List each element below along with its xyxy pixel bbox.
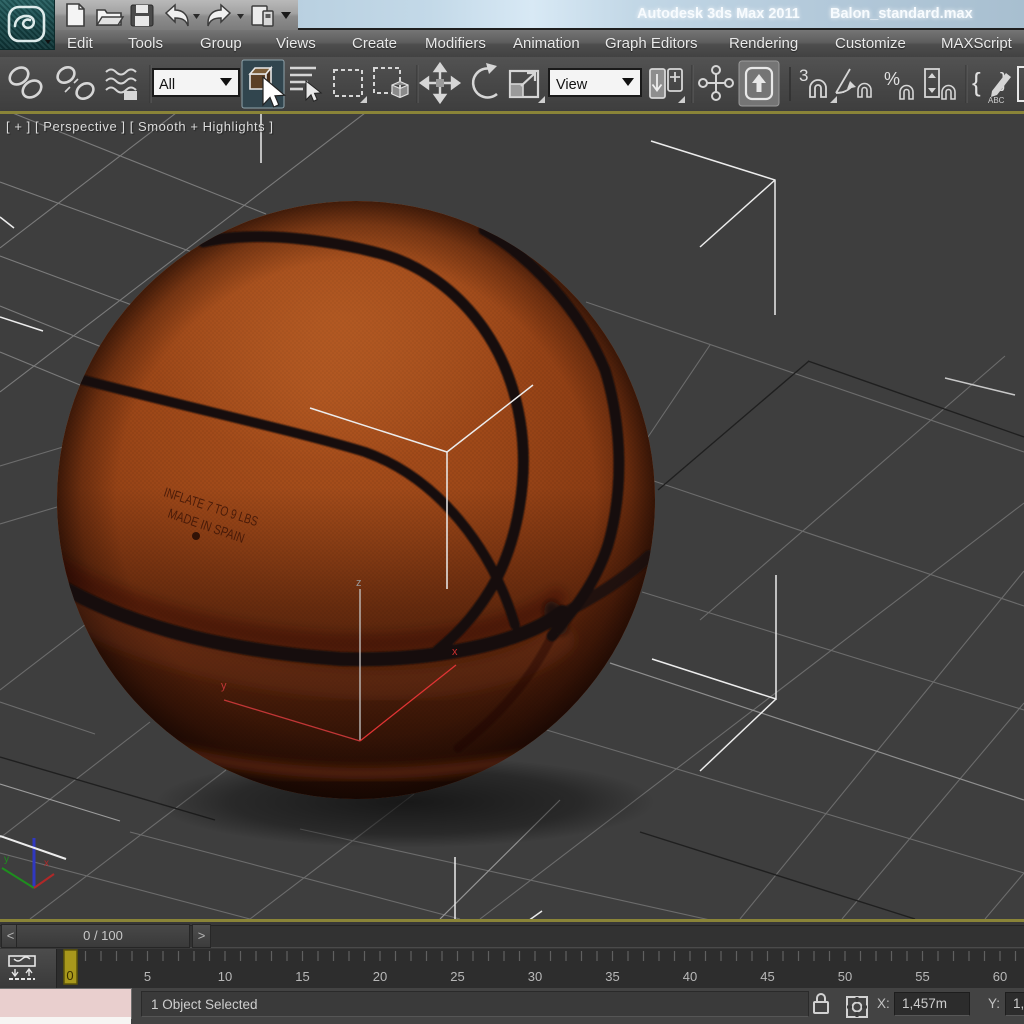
svg-text:15: 15 <box>295 969 309 984</box>
svg-text:50: 50 <box>838 969 852 984</box>
svg-text:40: 40 <box>683 969 697 984</box>
svg-text:View: View <box>556 77 588 93</box>
svg-text:55: 55 <box>915 969 929 984</box>
svg-text:10: 10 <box>218 969 232 984</box>
svg-text:y: y <box>4 854 9 865</box>
svg-text:35: 35 <box>605 969 619 984</box>
svg-text:ABC: ABC <box>988 96 1005 105</box>
svg-text:45: 45 <box>760 969 774 984</box>
svg-text:5: 5 <box>144 969 151 984</box>
svg-text:All: All <box>159 77 175 93</box>
svg-text:{: { <box>972 67 981 97</box>
svg-text:%: % <box>884 69 900 89</box>
svg-text:0: 0 <box>66 968 73 983</box>
svg-text:30: 30 <box>528 969 542 984</box>
svg-text:60: 60 <box>993 969 1007 984</box>
svg-text:20: 20 <box>373 969 387 984</box>
svg-text:25: 25 <box>450 969 464 984</box>
svg-text:x: x <box>44 858 49 869</box>
svg-text:3: 3 <box>799 66 808 85</box>
svg-text:y: y <box>221 680 227 692</box>
svg-text:z: z <box>356 577 362 589</box>
svg-text:x: x <box>452 646 458 658</box>
